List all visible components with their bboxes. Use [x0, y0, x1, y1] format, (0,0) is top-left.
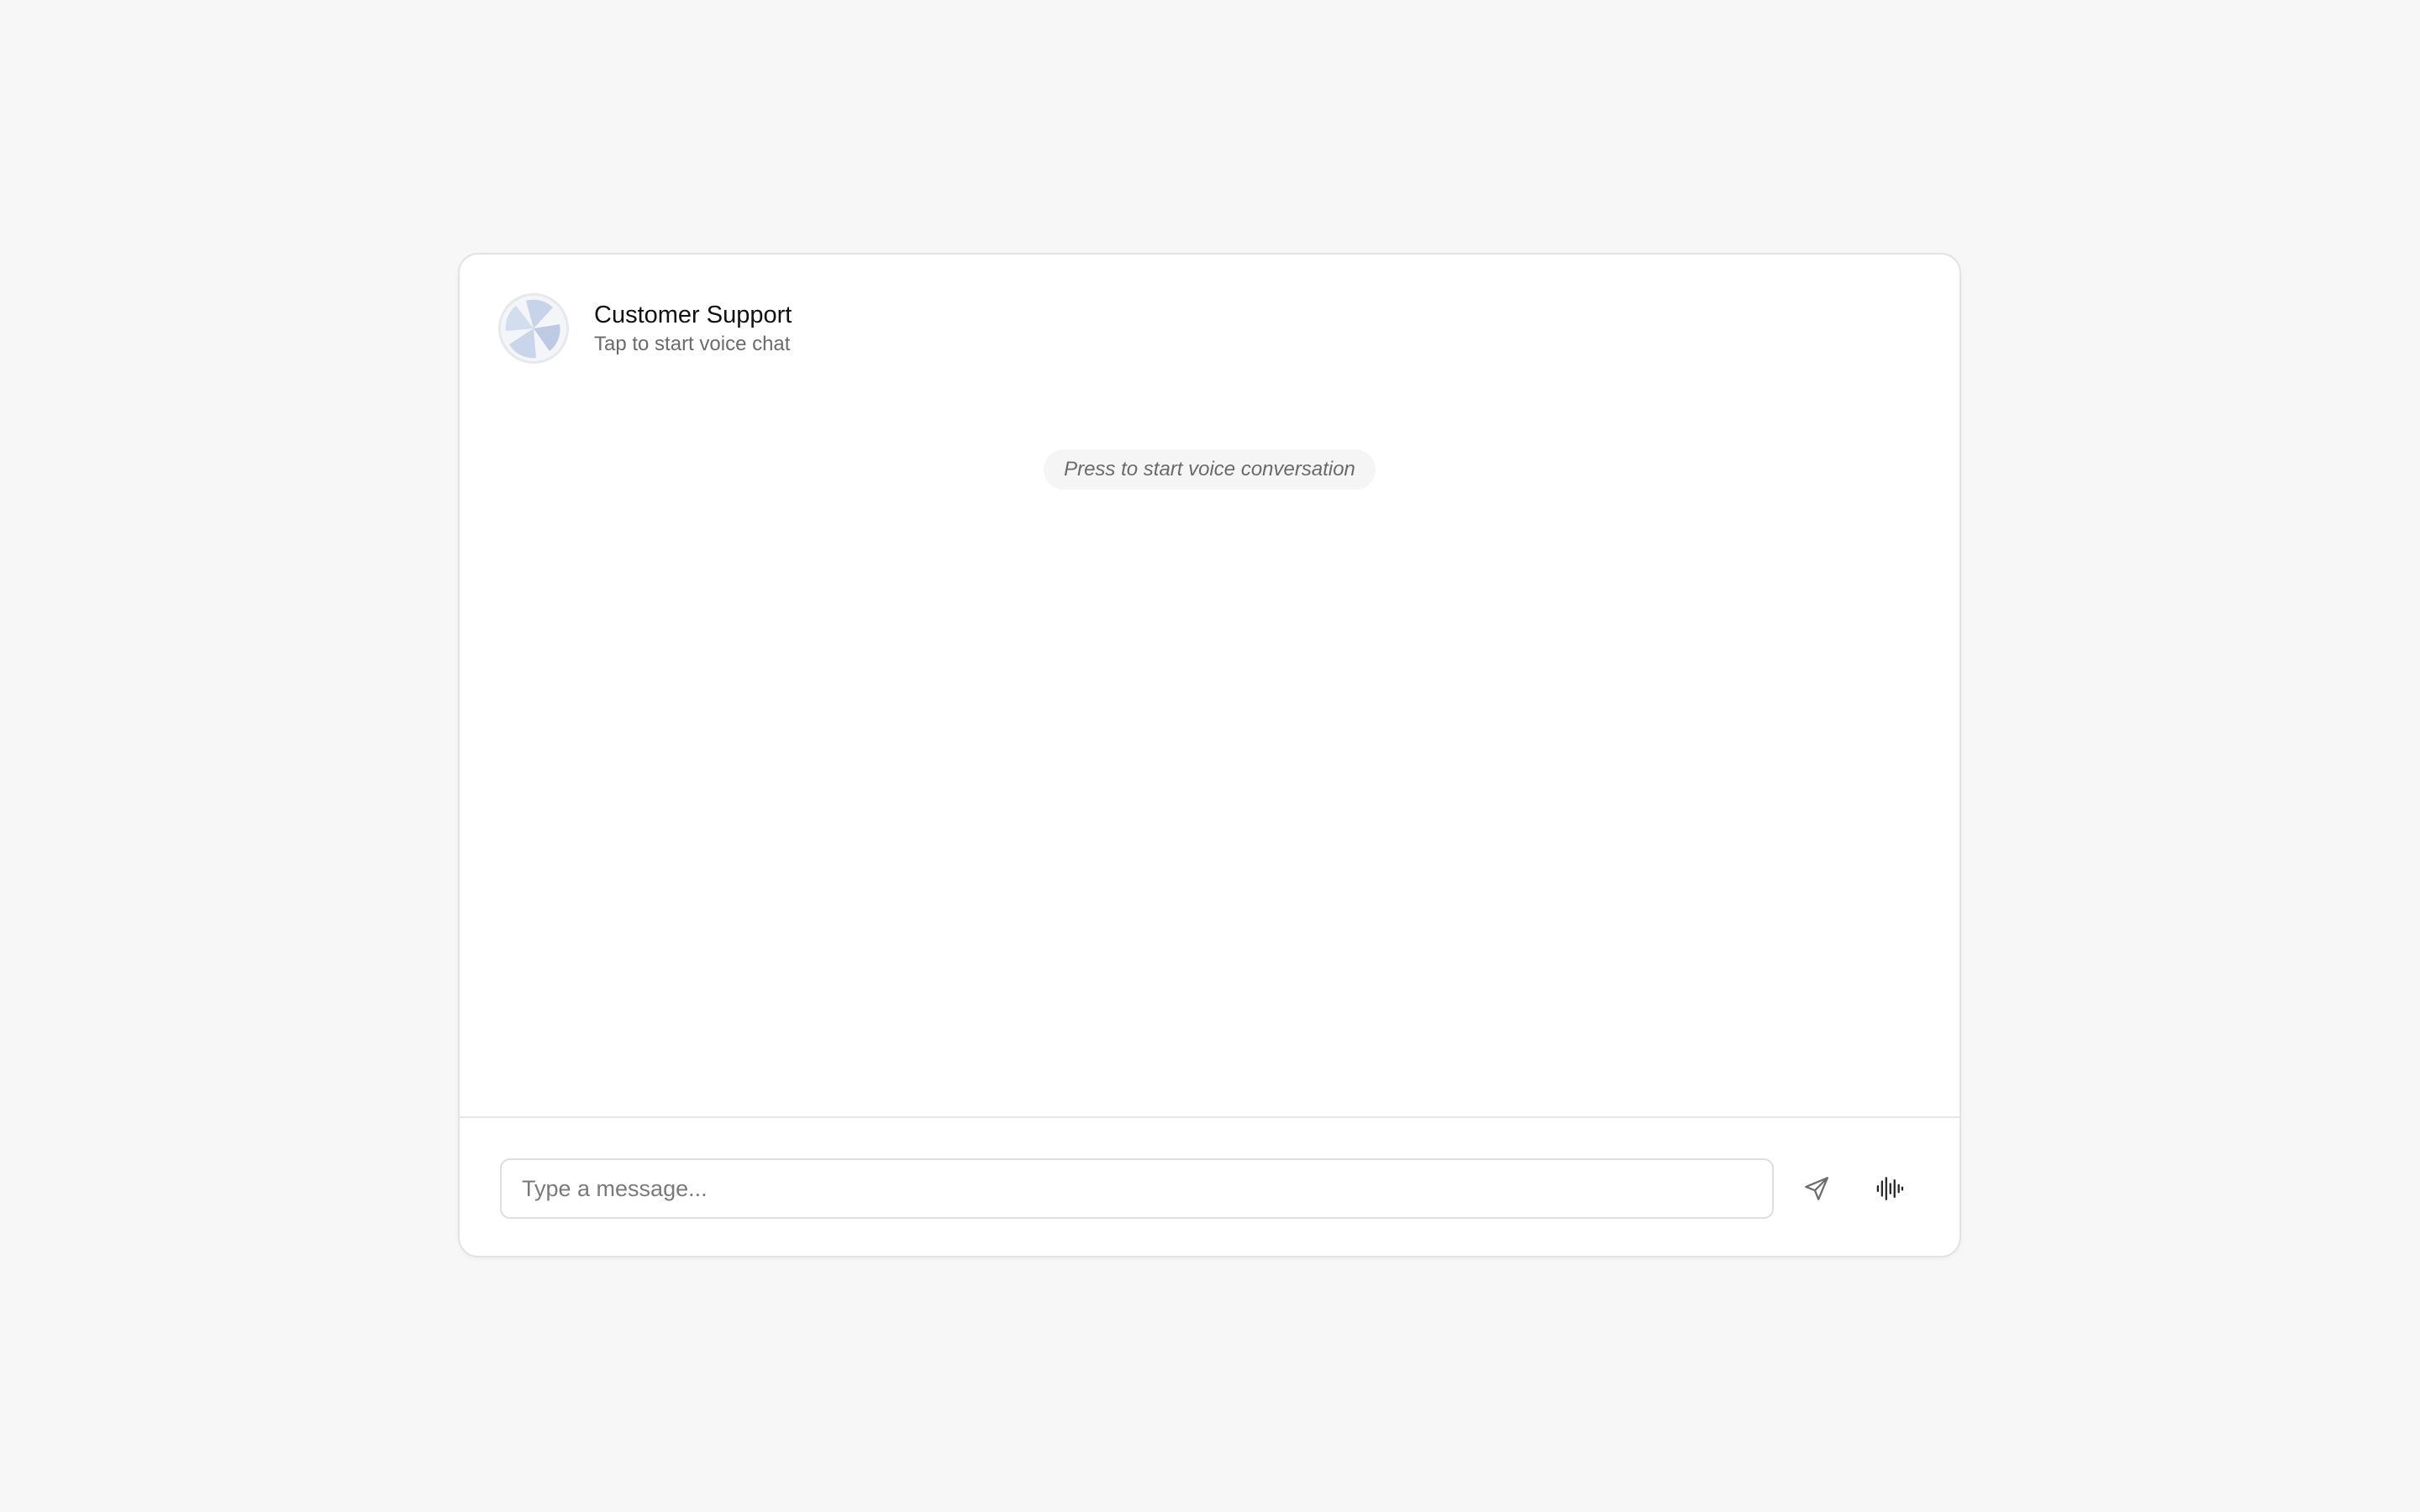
chat-widget: Customer Support Tap to start voice chat…: [458, 253, 1961, 1257]
voice-chat-button[interactable]: [1860, 1158, 1920, 1219]
composer-divider: [460, 1116, 1960, 1118]
pinwheel-avatar-icon: [505, 299, 560, 359]
chat-title: Customer Support: [594, 302, 792, 328]
avatar: [498, 293, 569, 364]
waveform-icon: [1876, 1177, 1903, 1200]
message-input[interactable]: [500, 1158, 1774, 1219]
send-icon: [1805, 1177, 1829, 1200]
message-composer: [500, 1158, 1919, 1219]
chat-subtitle: Tap to start voice chat: [594, 333, 791, 355]
header-text: Customer Support Tap to start voice chat: [594, 300, 792, 357]
voice-hint-pill[interactable]: Press to start voice conversation: [1044, 449, 1376, 490]
chat-header: Customer Support Tap to start voice chat: [498, 293, 792, 364]
message-area: Press to start voice conversation: [460, 449, 1960, 490]
send-button[interactable]: [1787, 1158, 1847, 1219]
